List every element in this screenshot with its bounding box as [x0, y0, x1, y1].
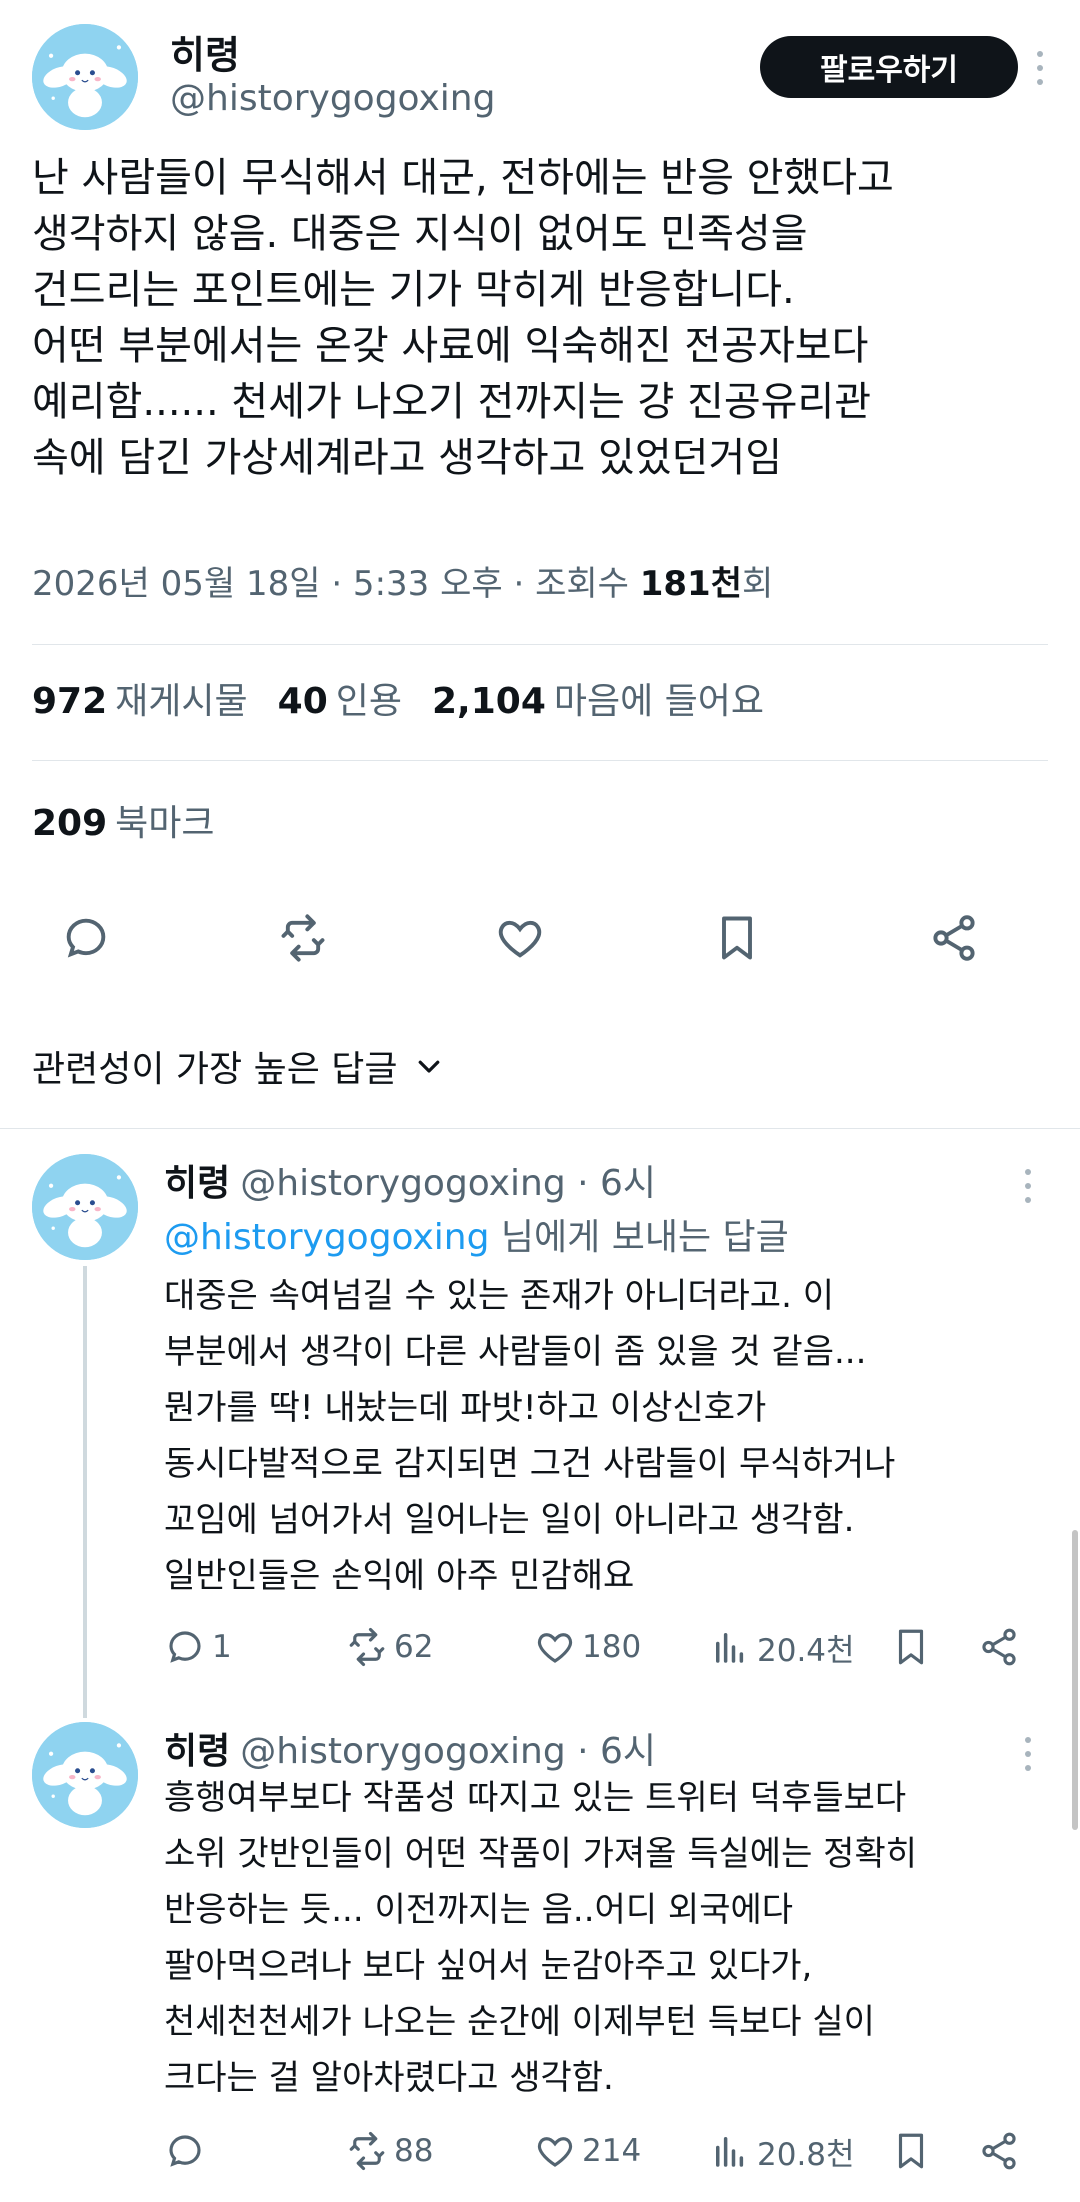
- reply-header: 히령 @historygogoxing · 6시: [164, 1154, 656, 1206]
- retweet-stat[interactable]: 972 재게시물: [32, 681, 278, 722]
- reply-handle-time[interactable]: @historygogoxing · 6시: [240, 1163, 656, 1204]
- avatar[interactable]: [32, 1722, 138, 1828]
- like-button[interactable]: 214: [534, 2126, 641, 2176]
- quote-stat[interactable]: 40 인용: [278, 681, 432, 722]
- reply-author-name[interactable]: 히령: [164, 1731, 230, 1772]
- heart-icon: [537, 1633, 573, 1663]
- tweet-meta: 2026년 05월 18일 · 5:33 오후 · 조회수 181천회: [32, 556, 773, 605]
- share-icon: [982, 1628, 1016, 1666]
- bookmark-icon: [898, 2133, 924, 2169]
- like-count: 2,104: [432, 681, 546, 722]
- bookmark-button[interactable]: [890, 1622, 932, 1672]
- reply-to-handle[interactable]: @historygogoxing: [164, 1217, 489, 1258]
- reply-item[interactable]: 히령 @historygogoxing · 6시 흥행여부보다 작품성 따지고 있…: [0, 1722, 1080, 2192]
- engagement-stats: 972 재게시물 40 인용 2,104 마음에 들어요: [32, 672, 794, 724]
- views-count: 20.8천: [757, 2136, 855, 2173]
- author-handle[interactable]: @historygogoxing: [170, 78, 495, 119]
- like-count: 180: [582, 1629, 642, 1665]
- retweet-icon: [349, 1627, 385, 1667]
- retweet-icon: [349, 2131, 385, 2171]
- reply-actions: 1 62 180 20.4천: [164, 1622, 1044, 1672]
- like-label: 마음에 들어요: [553, 681, 765, 722]
- bookmark-count: 209: [32, 803, 108, 844]
- bookmark-icon[interactable]: [707, 908, 767, 968]
- sort-label: 관련성이 가장 높은 답글: [32, 1049, 398, 1090]
- reply-handle-time[interactable]: @historygogoxing · 6시: [240, 1731, 656, 1772]
- quote-label: 인용: [335, 681, 402, 722]
- retweet-count: 88: [394, 2133, 434, 2169]
- share-button[interactable]: [978, 1622, 1020, 1672]
- more-icon[interactable]: [1028, 38, 1052, 98]
- tweet-timestamp[interactable]: 2026년 05월 18일 · 5:33 오후 · 조회수: [32, 564, 640, 604]
- reply-item[interactable]: 히령 @historygogoxing · 6시 @historygogoxing…: [0, 1154, 1080, 1714]
- avatar[interactable]: [32, 1154, 138, 1260]
- follow-button[interactable]: 팔로우하기: [760, 36, 1018, 98]
- sort-dropdown[interactable]: 관련성이 가장 높은 답글: [32, 1040, 444, 1092]
- view-count: 181천: [639, 564, 742, 604]
- view-suffix: 회: [742, 564, 774, 604]
- like-count: 214: [582, 2133, 642, 2169]
- tweet-actions: [56, 908, 1016, 968]
- share-icon[interactable]: [924, 908, 984, 968]
- divider: [32, 644, 1048, 645]
- views-button[interactable]: 20.8천: [709, 2126, 855, 2176]
- views-icon: [716, 1633, 744, 1663]
- section-divider: [0, 1128, 1080, 1129]
- retweet-icon[interactable]: [273, 908, 333, 968]
- quote-count: 40: [277, 681, 328, 722]
- reply-text: 대중은 속여넘길 수 있는 존재가 아니더라고. 이 부분에서 생각이 다른 사…: [164, 1276, 896, 1596]
- reply-button[interactable]: 1: [164, 1622, 232, 1672]
- bookmark-icon: [898, 1629, 924, 1665]
- views-button[interactable]: 20.4천: [709, 1622, 855, 1672]
- cinnamoroll-avatar-icon: [32, 24, 138, 130]
- heart-icon: [537, 2137, 573, 2167]
- views-count: 20.4천: [757, 1632, 855, 1669]
- reply-author-name[interactable]: 히령: [164, 1163, 230, 1204]
- author-name[interactable]: 히령: [170, 24, 240, 79]
- chevron-down-icon: [418, 1060, 439, 1073]
- bookmark-stat[interactable]: 209 북마크: [32, 794, 215, 846]
- share-button[interactable]: [978, 2126, 1020, 2176]
- reply-button[interactable]: [164, 2126, 212, 2176]
- views-icon: [716, 2137, 744, 2167]
- retweet-label: 재게시물: [115, 681, 248, 722]
- cinnamoroll-avatar-icon: [32, 1722, 138, 1828]
- cinnamoroll-avatar-icon: [32, 1154, 138, 1260]
- reply-actions: 88 214 20.8천: [164, 2126, 1044, 2176]
- like-button[interactable]: 180: [534, 1622, 641, 1672]
- reply-count: 1: [212, 1629, 232, 1665]
- like-stat[interactable]: 2,104 마음에 들어요: [432, 681, 794, 722]
- reply-to-suffix: 님에게 보내는 답글: [489, 1217, 789, 1258]
- replying-to: @historygogoxing 님에게 보내는 답글: [164, 1208, 789, 1260]
- reply-icon: [169, 2135, 201, 2167]
- reply-text: 흥행여부보다 작품성 따지고 있는 트위터 덕후들보다 소위 갓반인들이 어떤 …: [164, 1778, 918, 2098]
- tweet-text: 난 사람들이 무식해서 대군, 전하에는 반응 안했다고 생각하지 않음. 대중…: [32, 155, 894, 481]
- tweet-header: 히령 @historygogoxing 팔로우하기: [32, 24, 1048, 134]
- retweet-button[interactable]: 62: [346, 1622, 433, 1672]
- more-icon[interactable]: [1016, 1156, 1040, 1216]
- share-icon: [982, 2132, 1016, 2170]
- heart-icon[interactable]: [490, 908, 550, 968]
- divider: [32, 760, 1048, 761]
- reply-icon: [169, 1631, 201, 1663]
- avatar[interactable]: [32, 24, 138, 130]
- scrollbar[interactable]: [1072, 1530, 1078, 1830]
- retweet-button[interactable]: 88: [346, 2126, 433, 2176]
- reply-header: 히령 @historygogoxing · 6시: [164, 1722, 656, 1774]
- retweet-count: 972: [32, 681, 108, 722]
- reply-icon[interactable]: [56, 908, 116, 968]
- bookmark-button[interactable]: [890, 2126, 932, 2176]
- retweet-count: 62: [394, 1629, 434, 1665]
- bookmark-label: 북마크: [115, 803, 215, 844]
